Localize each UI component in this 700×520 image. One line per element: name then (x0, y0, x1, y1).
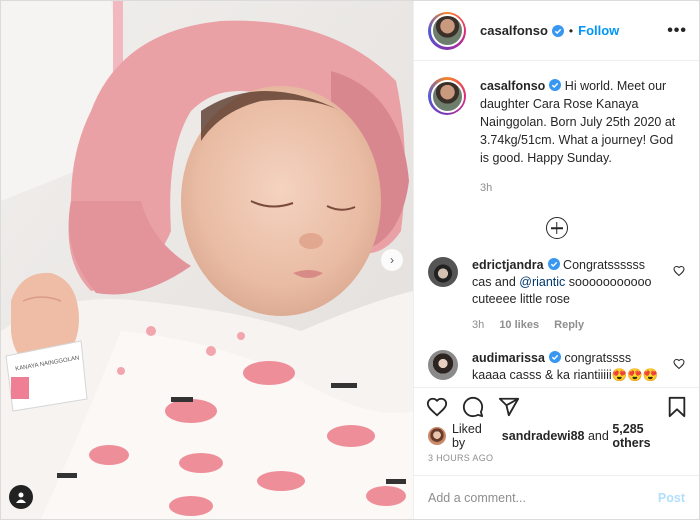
comment-likes[interactable]: 10 likes (499, 319, 539, 331)
user-tag-icon (16, 492, 26, 503)
comment-item: edrictjandra Congratssssss cas and @rian… (428, 257, 685, 334)
load-more-icon[interactable] (545, 217, 568, 239)
caption-username[interactable]: casalfonso (480, 79, 545, 93)
post-header: casalfonso • Follow ••• (414, 1, 699, 61)
author-avatar[interactable] (428, 11, 466, 50)
reply-button[interactable]: Reply (554, 319, 584, 331)
likes-summary: Liked by sandradewi88 and 5,285 others (414, 422, 699, 450)
bookmark-icon[interactable] (667, 396, 687, 418)
commenter-avatar[interactable] (428, 257, 458, 287)
heart-icon[interactable] (426, 396, 448, 418)
caption: casalfonso Hi world. Meet our daughter C… (428, 77, 685, 197)
caption-time[interactable]: 3h (480, 179, 685, 197)
post-photo[interactable]: KANAYA NAINGGOLAN › (1, 1, 413, 519)
liker-username[interactable]: sandradewi88 (502, 429, 585, 443)
action-bar (414, 387, 699, 425)
comment-body: edrictjandra Congratssssss cas and @rian… (472, 257, 685, 334)
add-comment-bar: Post (414, 475, 699, 519)
comment-time[interactable]: 3h (472, 319, 484, 331)
comment-meta: 3h 10 likes Reply (472, 317, 663, 334)
comment-icon[interactable] (462, 396, 484, 418)
more-options-icon[interactable]: ••• (667, 22, 687, 40)
comment-input[interactable] (428, 490, 658, 505)
comment-mention[interactable]: @riantic (519, 275, 565, 289)
comment-username[interactable]: edrictjandra (472, 258, 544, 272)
comment-username[interactable]: audimarissa (472, 351, 545, 365)
commenter-avatar[interactable] (428, 350, 458, 380)
verified-icon (547, 258, 560, 270)
likes-prefix: Liked by (451, 422, 482, 450)
post-comment-button[interactable]: Post (658, 491, 685, 505)
chevron-right-icon: › (390, 253, 394, 267)
caption-body: casalfonso Hi world. Meet our daughter C… (480, 77, 685, 197)
post-timestamp[interactable]: 3 HOURS AGO (414, 447, 699, 475)
comment-body: audimarissa congratssss kaaaa casss & ka… (472, 350, 685, 384)
verified-icon (549, 79, 562, 91)
comments-section[interactable]: casalfonso Hi world. Meet our daughter C… (414, 61, 699, 387)
post-sidebar: casalfonso • Follow ••• casalfonso Hi wo… (413, 1, 699, 519)
verified-icon (548, 351, 561, 363)
next-photo-button[interactable]: › (381, 249, 403, 271)
likes-and: and (587, 429, 609, 443)
baby-photo-image (1, 1, 413, 519)
heart-icon[interactable] (673, 265, 685, 277)
share-icon[interactable] (498, 396, 520, 418)
user-tag-button[interactable] (9, 485, 33, 509)
comment-item: audimarissa congratssss kaaaa casss & ka… (428, 350, 685, 384)
load-more-comments[interactable] (428, 217, 685, 239)
author-username[interactable]: casalfonso (480, 23, 548, 38)
heart-icon[interactable] (673, 358, 685, 370)
caption-avatar[interactable] (428, 77, 466, 115)
likes-count[interactable]: 5,285 others (612, 422, 685, 450)
verified-icon (551, 24, 564, 37)
post-modal: KANAYA NAINGGOLAN › casalfonso • Follow … (0, 0, 700, 520)
liker-avatar[interactable] (428, 427, 446, 445)
follow-button[interactable]: Follow (578, 23, 619, 38)
separator-dot: • (568, 23, 574, 38)
